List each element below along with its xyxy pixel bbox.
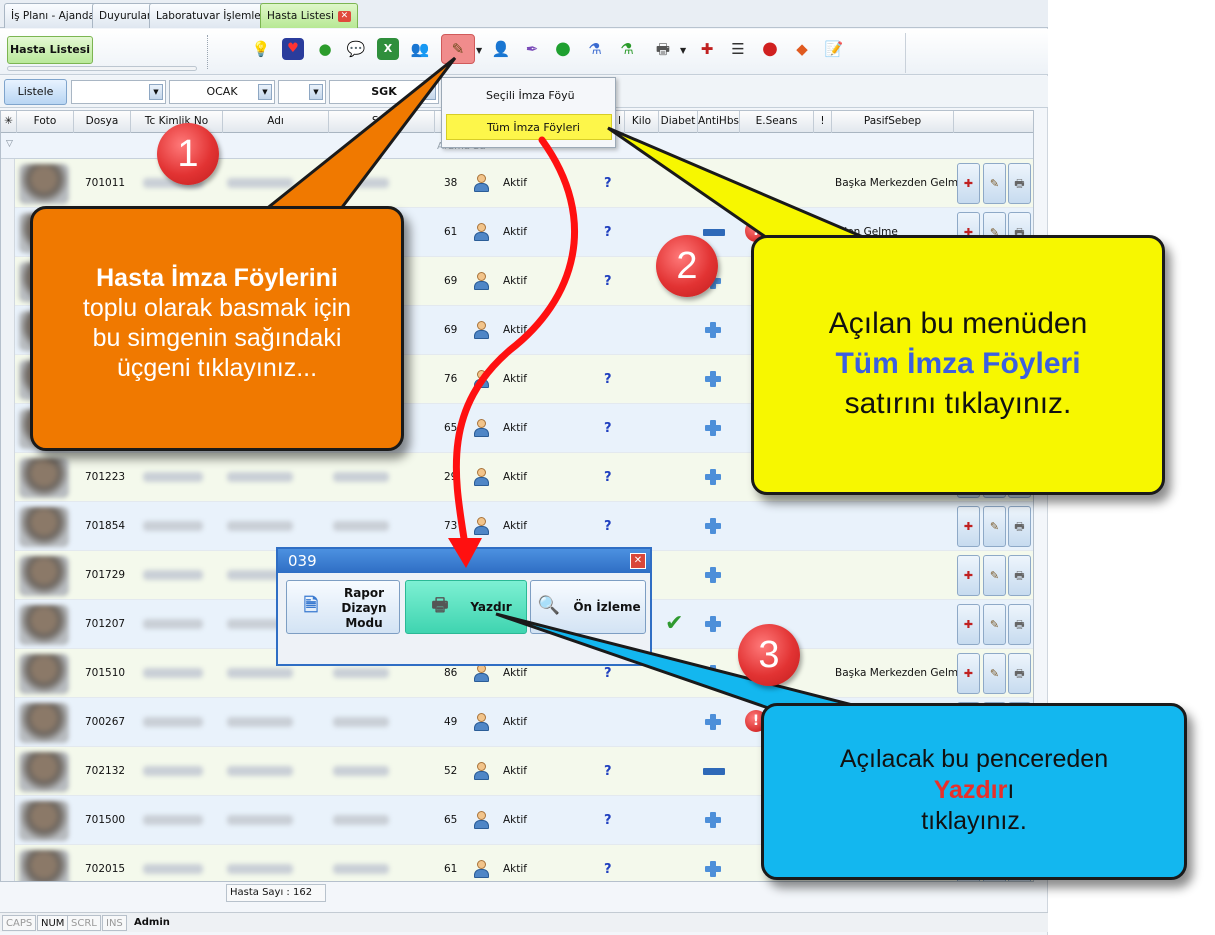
step-badge-2: 2	[656, 235, 718, 297]
step-badge-1: 1	[157, 123, 219, 185]
step-badge-3: 3	[738, 624, 800, 686]
blue-callout: Açılacak bu pencereden Yazdırı tıklayını…	[761, 703, 1187, 880]
yellow-callout-pointer	[607, 126, 871, 242]
orange-callout-title: Hasta İmza Föylerini	[96, 264, 338, 292]
blue-callout-line-3: tıklayınız.	[921, 807, 1027, 835]
yellow-callout-highlight: Tüm İmza Föyleri	[835, 347, 1081, 380]
blue-callout-highlight: Yazdır	[933, 776, 1008, 804]
orange-callout-line-3: bu simgenin sağındaki	[92, 324, 342, 352]
yellow-callout-line-1: Açılan bu menüden	[828, 307, 1088, 340]
blue-callout-pointer	[495, 612, 881, 714]
orange-callout-pointer	[260, 56, 457, 212]
orange-callout-line-2: toplu olarak basmak için	[82, 294, 352, 322]
red-arrow-path	[452, 136, 578, 549]
blue-callout-line-1: Açılacak bu pencereden	[839, 745, 1109, 773]
red-arrow-head	[448, 538, 482, 568]
yellow-callout: Açılan bu menüden Tüm İmza Föyleri satır…	[751, 235, 1165, 495]
orange-callout: Hasta İmza Föylerini toplu olarak basmak…	[30, 206, 404, 451]
blue-callout-suffix: ı	[1007, 776, 1015, 804]
yellow-callout-line-3: satırını tıklayınız.	[844, 387, 1072, 420]
orange-callout-line-4: üçgeni tıklayınız...	[116, 354, 318, 382]
